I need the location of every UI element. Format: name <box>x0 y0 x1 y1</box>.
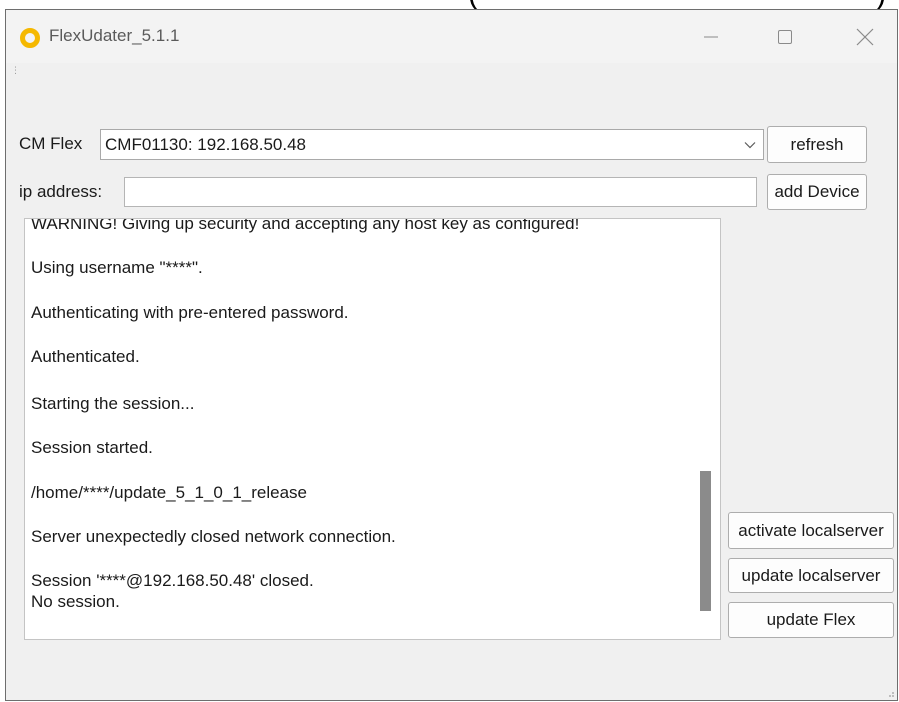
window-title: FlexUdater_5.1.1 <box>49 26 180 45</box>
log-line: Authenticated. <box>31 347 140 366</box>
log-output-panel[interactable]: WARNING! Giving up security and acceptin… <box>24 218 721 640</box>
activate-localserver-button[interactable]: activate localserver <box>728 512 894 549</box>
log-line: No session. <box>31 592 120 611</box>
refresh-button[interactable]: refresh <box>767 126 867 163</box>
app-window: FlexUdater_5.1.1 ⋮ CM Flex CMF01130: 192… <box>5 9 898 701</box>
update-flex-button[interactable]: update Flex <box>728 602 894 638</box>
close-icon <box>856 28 874 45</box>
app-logo-icon <box>20 28 40 48</box>
toolbar-grip-icon[interactable]: ⋮ <box>11 65 20 76</box>
log-line: Authenticating with pre-entered password… <box>31 303 349 322</box>
cm-flex-label: CM Flex <box>19 134 83 153</box>
add-device-button[interactable]: add Device <box>767 174 867 210</box>
minimize-button[interactable] <box>682 10 740 63</box>
log-line: Session started. <box>31 438 153 457</box>
ip-address-input[interactable] <box>124 177 757 207</box>
cm-flex-dropdown[interactable]: CMF01130: 192.168.50.48 <box>100 129 764 160</box>
scrollbar-thumb[interactable] <box>700 471 711 611</box>
cm-flex-selected-value: CMF01130: 192.168.50.48 <box>105 134 306 154</box>
log-line: Starting the session... <box>31 394 195 413</box>
resize-grip-icon[interactable] <box>887 690 895 698</box>
log-line: Session '****@192.168.50.48' closed. <box>31 571 314 590</box>
log-line: Using username "****". <box>31 258 203 277</box>
log-line: Server unexpectedly closed network conne… <box>31 527 396 546</box>
maximize-icon <box>778 29 792 44</box>
log-line: /home/****/update_5_1_0_1_release <box>31 483 308 502</box>
close-button[interactable] <box>836 10 894 63</box>
maximize-button[interactable] <box>756 10 814 63</box>
minimize-icon <box>704 36 718 37</box>
chevron-down-icon <box>737 130 763 159</box>
title-bar: FlexUdater_5.1.1 <box>6 10 897 63</box>
ip-address-label: ip address: <box>19 182 103 201</box>
update-localserver-button[interactable]: update localserver <box>728 558 894 593</box>
vertical-scrollbar[interactable] <box>690 219 720 639</box>
log-line: WARNING! Giving up security and acceptin… <box>31 218 580 233</box>
